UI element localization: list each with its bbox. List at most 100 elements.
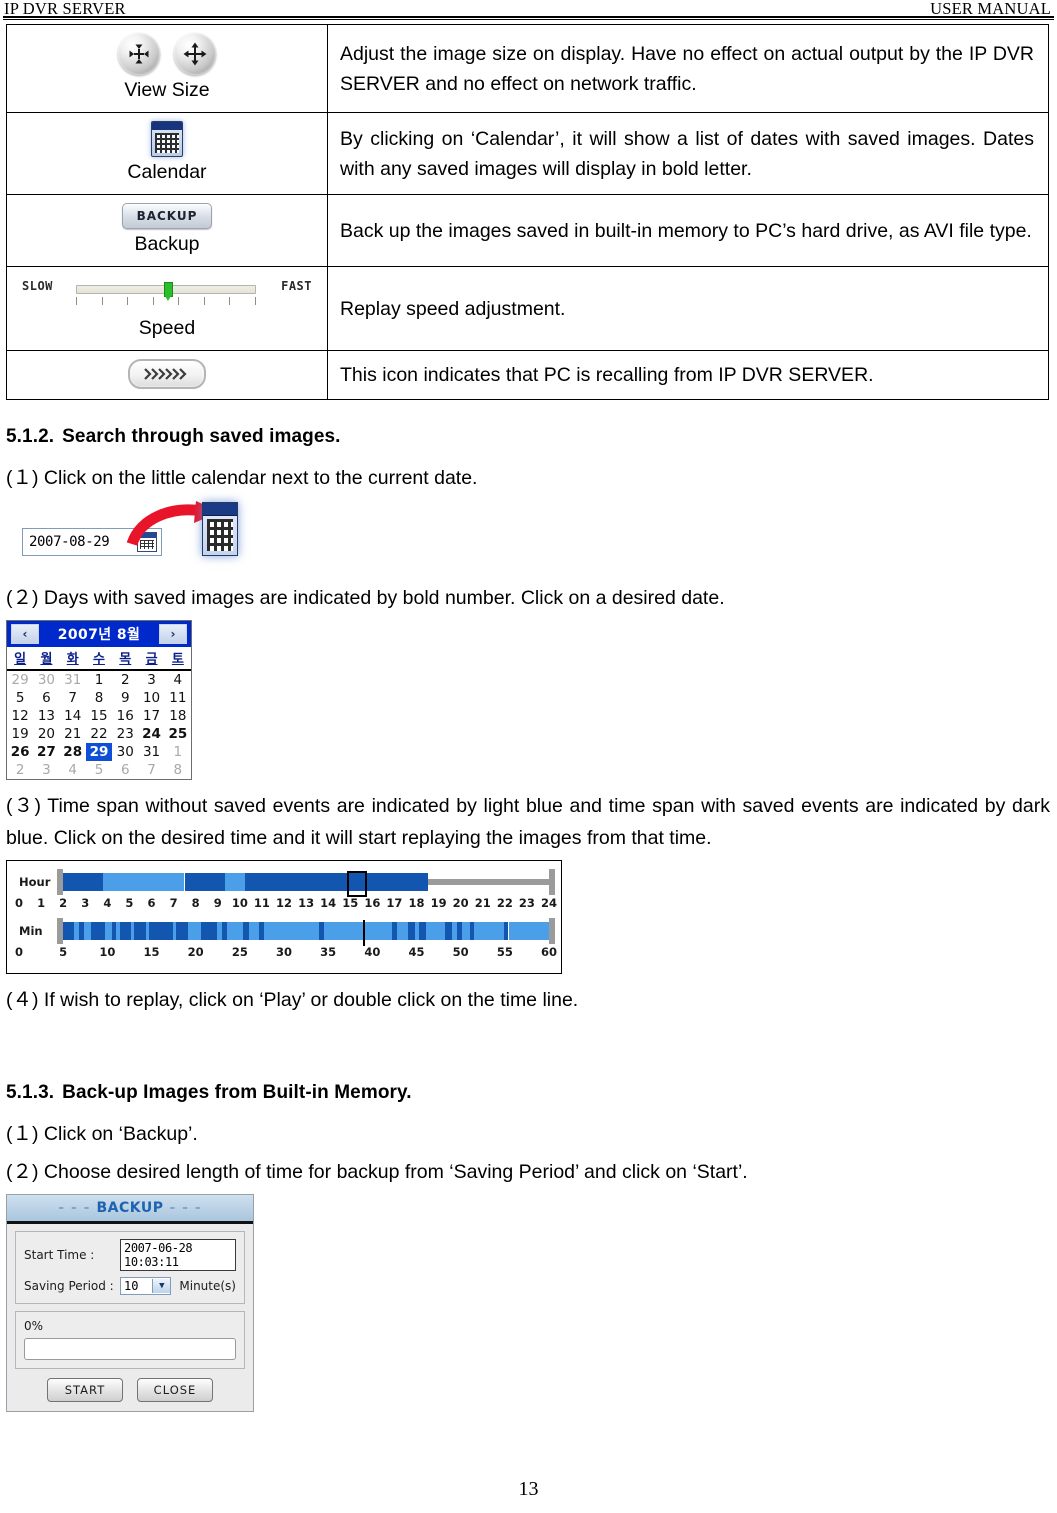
calendar-day[interactable]: 5 (86, 761, 112, 779)
calendar-day[interactable]: 8 (165, 761, 191, 779)
calendar-day[interactable]: 3 (33, 761, 59, 779)
calendar-popup[interactable]: ‹ 2007년 8월 › 일 월 화 수 목 금 토 29 30 31 1 2 3 4 (6, 620, 192, 780)
timeline-segment[interactable] (63, 873, 104, 891)
calendar-day[interactable]: 15 (86, 707, 112, 725)
calendar-day-selected[interactable]: 29 (85, 743, 113, 761)
calendar-day[interactable]: 4 (165, 670, 191, 689)
timeline-segment[interactable] (103, 873, 185, 891)
timeline-segment[interactable] (226, 922, 243, 940)
calendar-day[interactable]: 20 (33, 725, 59, 743)
timeline-segment[interactable] (508, 922, 549, 940)
calendar-day[interactable]: 7 (60, 689, 86, 707)
calendar-day[interactable]: 7 (138, 761, 164, 779)
calendar-day[interactable]: 8 (86, 689, 112, 707)
timeline-segment[interactable] (119, 922, 132, 940)
close-button[interactable]: CLOSE (137, 1378, 213, 1402)
timeline-segment[interactable] (427, 879, 549, 885)
timeline-segment[interactable] (176, 922, 188, 940)
calendar-day[interactable]: 30 (33, 670, 59, 689)
calendar-day[interactable]: 23 (112, 725, 138, 743)
calendar-day[interactable]: 2 (112, 670, 138, 689)
section-heading-512: 5.1.2. Search through saved images. (6, 426, 1050, 448)
enlarge-view-icon[interactable] (174, 33, 216, 75)
timeline-segment[interactable] (461, 922, 470, 940)
timeline-min-row[interactable]: Min (13, 918, 555, 946)
calendar-popup-title: 2007년 8월 (57, 627, 141, 643)
timeline-segment[interactable] (445, 922, 452, 940)
calendar-day[interactable]: 11 (165, 689, 191, 707)
calendar-day[interactable]: 24 (138, 725, 164, 743)
timeline-segment[interactable] (184, 873, 225, 891)
calendar-day[interactable]: 29 (7, 670, 33, 689)
timeline-segment[interactable] (63, 922, 75, 940)
calendar-prev-month-button[interactable]: ‹ (11, 624, 39, 644)
timeline-segment[interactable] (263, 922, 319, 940)
calendar-day[interactable]: 9 (112, 689, 138, 707)
calendar-day[interactable]: 19 (7, 725, 33, 743)
calendar-toolbar-icon[interactable] (202, 502, 238, 556)
timeline-segment[interactable] (249, 922, 260, 940)
shrink-view-icon[interactable] (118, 33, 160, 75)
calendar-day[interactable]: 1 (86, 670, 112, 689)
timeline-segment[interactable] (419, 922, 426, 940)
start-button[interactable]: START (47, 1378, 123, 1402)
backup-button-icon[interactable]: BACKUP (122, 203, 212, 229)
calendar-day[interactable]: 30 (112, 743, 138, 761)
speed-thumb[interactable] (164, 282, 173, 301)
calendar-day[interactable]: 27 (33, 743, 59, 761)
start-time-field[interactable]: 2007-06-28 10:03:11 (120, 1239, 236, 1271)
timeline-segment[interactable] (224, 873, 246, 891)
timeline-figure[interactable]: Hour 0 1 2 3 4 5 6 7 8 9 10 11 12 13 14 15 16 17 18 19 20 21 2… (6, 860, 562, 974)
timeline-hour-bar[interactable] (57, 869, 555, 897)
chevron-down-icon[interactable]: ▼ (152, 1279, 171, 1293)
calendar-day[interactable]: 5 (7, 689, 33, 707)
calendar-day[interactable]: 6 (112, 761, 138, 779)
calendar-day[interactable]: 3 (138, 670, 164, 689)
saving-period-select[interactable]: 10 ▼ (120, 1277, 172, 1295)
timeline-min-bar[interactable] (57, 918, 555, 946)
calendar-day[interactable]: 14 (60, 707, 86, 725)
calendar-day[interactable]: 21 (60, 725, 86, 743)
calendar-day[interactable]: 18 (165, 707, 191, 725)
timeline-segment[interactable] (90, 922, 106, 940)
timeline-position-marker[interactable] (346, 871, 367, 897)
calendar-day[interactable]: 13 (33, 707, 59, 725)
calendar-day[interactable]: 1 (165, 743, 191, 761)
timeline-segment[interactable] (84, 922, 91, 940)
backup-dialog[interactable]: - - - BACKUP - - - Start Time : 2007-06-… (6, 1194, 254, 1412)
timeline-segment[interactable] (425, 922, 446, 940)
calendar-day[interactable]: 22 (86, 725, 112, 743)
calendar-day[interactable]: 28 (60, 743, 86, 761)
timeline-segment[interactable] (242, 922, 250, 940)
calendar-day[interactable]: 2 (7, 761, 33, 779)
timeline-position-needle[interactable] (362, 920, 365, 946)
speed-slider[interactable]: SLOW FAST (22, 275, 312, 313)
calendar-day[interactable]: 17 (138, 707, 164, 725)
timeline-segment[interactable] (323, 922, 392, 940)
calendar-day[interactable]: 4 (60, 761, 86, 779)
timeline-segment[interactable] (396, 922, 409, 940)
timeline-segment[interactable] (408, 922, 415, 940)
backup-icon-cell: BACKUP Backup (6, 194, 328, 267)
timeline-segment[interactable] (200, 922, 217, 940)
timeline-segment[interactable] (474, 922, 504, 940)
timeline-hour-track[interactable] (63, 871, 549, 897)
timeline-segment[interactable] (245, 873, 428, 891)
timeline-min-track[interactable] (63, 920, 549, 946)
timeline-hour-row[interactable]: Hour (13, 869, 555, 897)
timeline-segment[interactable] (187, 922, 201, 940)
calendar-day[interactable]: 16 (112, 707, 138, 725)
calendar-day[interactable]: 6 (33, 689, 59, 707)
calendar-day[interactable]: 31 (138, 743, 164, 761)
calendar-day[interactable]: 26 (7, 743, 33, 761)
timeline-hour-cap-right (549, 869, 555, 895)
timeline-segment[interactable] (134, 922, 146, 940)
timeline-segment[interactable] (105, 922, 112, 940)
timeline-segment[interactable] (148, 922, 174, 940)
calendar-day[interactable]: 12 (7, 707, 33, 725)
calendar-icon[interactable] (151, 121, 183, 157)
calendar-day[interactable]: 25 (165, 725, 191, 743)
calendar-next-month-button[interactable]: › (158, 624, 187, 644)
calendar-day[interactable]: 10 (138, 689, 164, 707)
calendar-day[interactable]: 31 (60, 670, 86, 689)
